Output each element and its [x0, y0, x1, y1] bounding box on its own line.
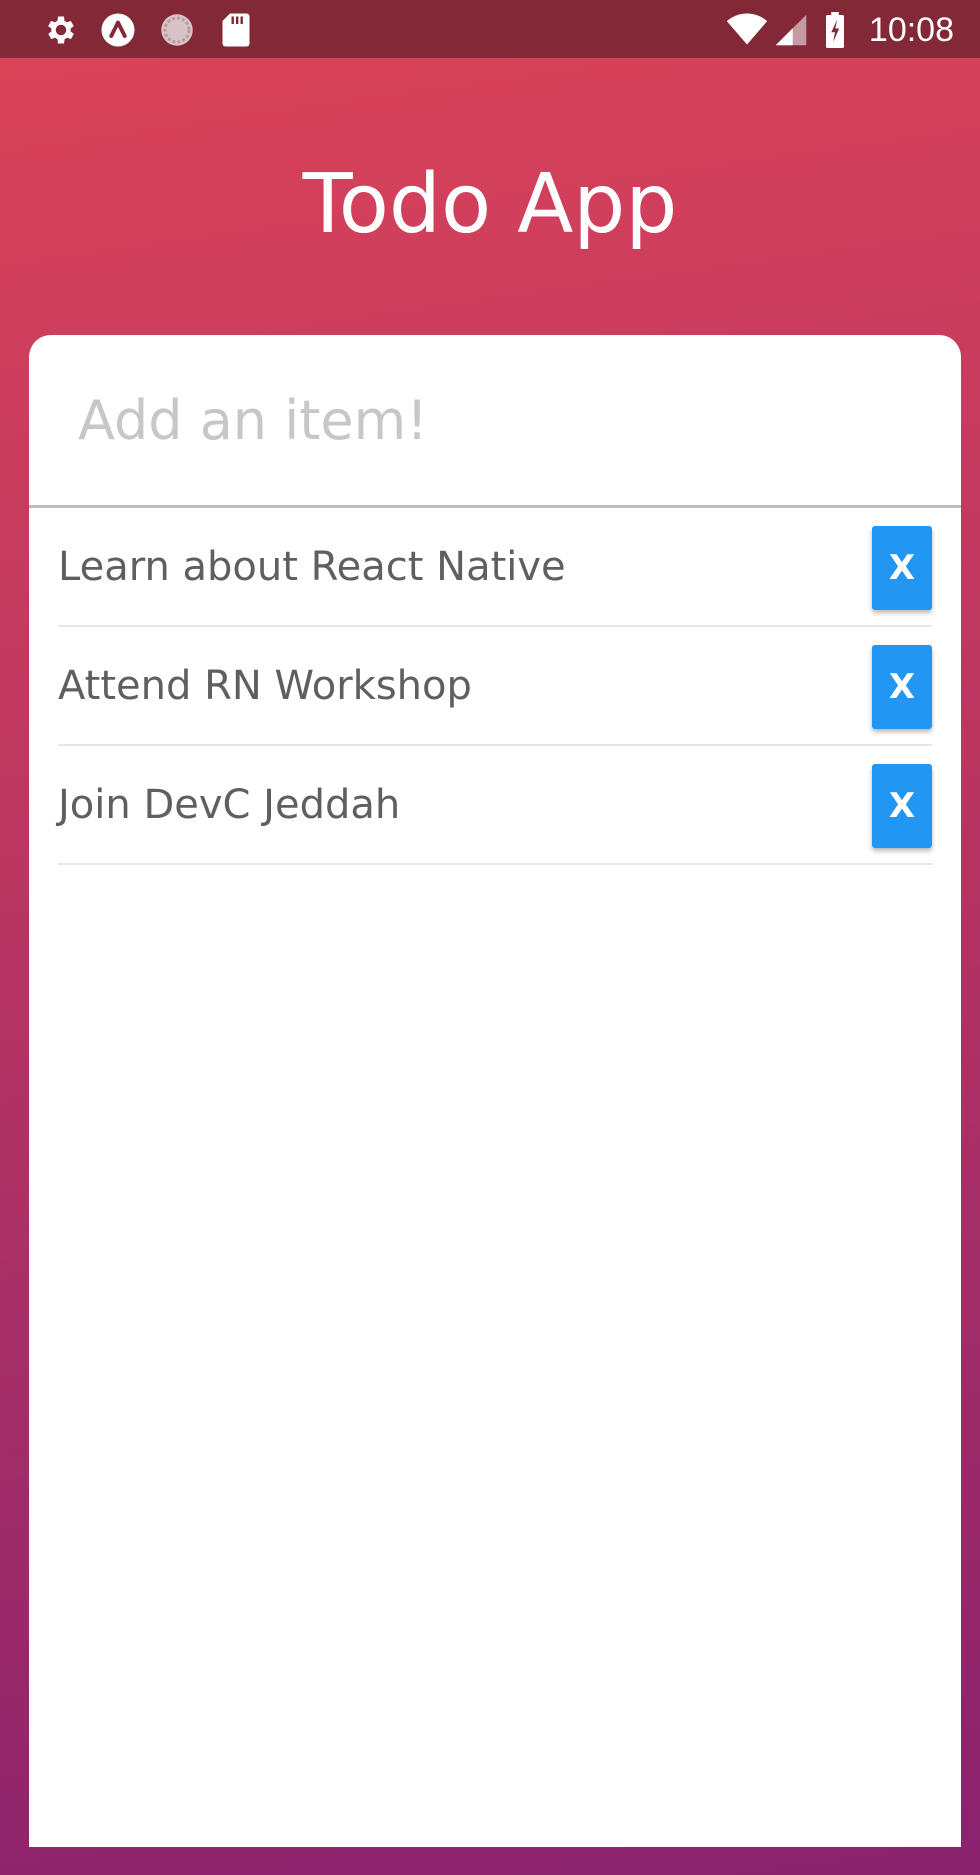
- logo-a-icon: [100, 12, 136, 48]
- todo-list: Learn about React Native X Attend RN Wor…: [58, 508, 932, 865]
- add-item-input[interactable]: [29, 335, 961, 508]
- delete-button[interactable]: X: [872, 645, 932, 729]
- cell-signal-icon: [773, 12, 809, 48]
- todo-item-text: Learn about React Native: [58, 544, 566, 590]
- todo-card: Learn about React Native X Attend RN Wor…: [29, 335, 961, 1847]
- todo-item-text: Attend RN Workshop: [58, 663, 472, 709]
- delete-button[interactable]: X: [872, 764, 932, 848]
- list-item: Learn about React Native X: [58, 508, 932, 627]
- sd-card-icon: [218, 12, 254, 48]
- loading-circle-icon: [159, 12, 195, 48]
- wifi-icon: [726, 12, 768, 48]
- list-item: Attend RN Workshop X: [58, 627, 932, 746]
- todo-item-text: Join DevC Jeddah: [58, 782, 401, 828]
- clock-time: 10:08: [868, 11, 954, 49]
- battery-charging-icon: [821, 12, 849, 48]
- delete-button[interactable]: X: [872, 526, 932, 610]
- page-title: Todo App: [302, 157, 678, 252]
- list-item: Join DevC Jeddah X: [58, 746, 932, 865]
- gear-icon: [43, 12, 79, 48]
- status-bar: 10:08: [0, 0, 980, 58]
